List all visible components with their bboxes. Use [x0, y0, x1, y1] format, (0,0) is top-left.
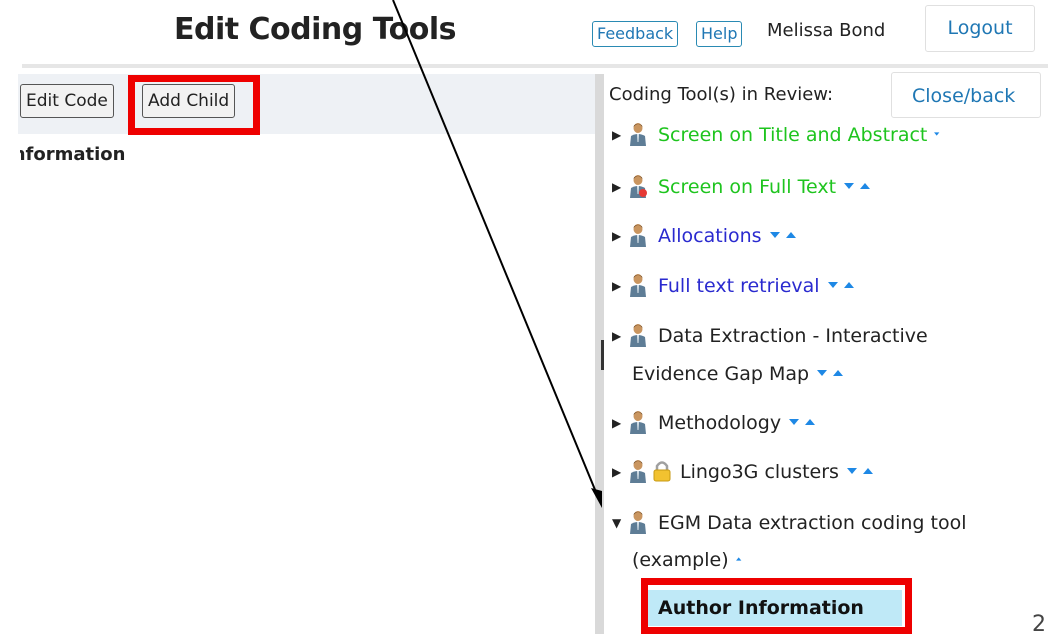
- person-icon: [628, 223, 648, 247]
- expand-triangle-icon[interactable]: ▶: [612, 117, 628, 153]
- person-icon: [628, 323, 648, 347]
- code-toolbar: Edit Code Add Child: [18, 74, 596, 134]
- expand-triangle-icon[interactable]: ▶: [612, 318, 628, 354]
- move-down-up-icon[interactable]: [842, 180, 876, 192]
- expand-triangle-icon[interactable]: ▶: [612, 405, 628, 441]
- logout-button[interactable]: Logout: [925, 5, 1035, 52]
- page-title: Edit Coding Tools: [174, 12, 457, 47]
- tree-item-egm-data-extraction[interactable]: ▼ EGM Data extraction coding tool: [612, 505, 966, 541]
- tree-item-egm-data-extraction-line2[interactable]: (example): [632, 542, 753, 578]
- splitter-handle[interactable]: [601, 340, 604, 370]
- tree-item-methodology[interactable]: ▶ Methodology: [612, 405, 821, 441]
- move-down-up-icon[interactable]: [815, 367, 849, 379]
- tree-item-label[interactable]: Lingo3G clusters: [680, 461, 839, 483]
- tree-item-label-line2[interactable]: (example): [632, 549, 729, 571]
- person-icon: [628, 459, 648, 483]
- review-label: Coding Tool(s) in Review:: [609, 84, 834, 105]
- tree-item-label[interactable]: EGM Data extraction coding tool: [658, 512, 966, 534]
- move-down-icon[interactable]: [933, 128, 951, 140]
- move-down-up-icon[interactable]: [826, 279, 860, 291]
- tree-item-label[interactable]: Screen on Full Text: [658, 176, 836, 198]
- tree-item-screen-title-abstract[interactable]: ▶ Screen on Title and Abstract: [612, 117, 951, 153]
- highlight-box-author-information: [641, 578, 912, 634]
- tree-item-allocations[interactable]: ▶ Allocations: [612, 218, 802, 254]
- tree-item-screen-full-text[interactable]: ▶ Screen on Full Text: [612, 169, 876, 205]
- expand-triangle-icon[interactable]: ▶: [612, 218, 628, 254]
- close-back-button[interactable]: Close/back: [891, 72, 1041, 118]
- edit-code-button[interactable]: Edit Code: [20, 84, 114, 118]
- tree-item-label-line2[interactable]: Evidence Gap Map: [632, 363, 809, 385]
- tree-item-label[interactable]: Data Extraction - Interactive: [658, 325, 928, 347]
- person-icon: [628, 410, 648, 434]
- collapse-triangle-icon[interactable]: ▼: [612, 505, 628, 541]
- person-icon: [628, 510, 648, 534]
- move-down-up-icon[interactable]: [768, 229, 802, 241]
- tree-item-data-extraction-egm-line2[interactable]: Evidence Gap Map: [632, 356, 849, 392]
- expand-triangle-icon[interactable]: ▶: [612, 454, 628, 490]
- move-up-icon[interactable]: [735, 553, 753, 565]
- page-number-fragment: 2: [1032, 612, 1046, 637]
- tree-item-data-extraction-egm[interactable]: ▶ Data Extraction - Interactive: [612, 318, 928, 354]
- tree-item-label[interactable]: Allocations: [658, 225, 762, 247]
- user-name: Melissa Bond: [767, 20, 886, 41]
- help-button[interactable]: Help: [696, 21, 743, 47]
- expand-triangle-icon[interactable]: ▶: [612, 169, 628, 205]
- person-red-icon: [628, 174, 647, 198]
- move-down-up-icon[interactable]: [787, 416, 821, 428]
- feedback-button[interactable]: Feedback: [592, 21, 679, 47]
- expand-triangle-icon[interactable]: ▶: [612, 268, 628, 304]
- tree-item-lingo3g-clusters[interactable]: ▶ Lingo3G clusters: [612, 454, 879, 490]
- highlight-box-add-child: [128, 75, 260, 135]
- tree-item-full-text-retrieval[interactable]: ▶ Full text retrieval: [612, 268, 860, 304]
- tree-item-label[interactable]: Full text retrieval: [658, 275, 820, 297]
- person-icon: [628, 273, 648, 297]
- person-icon: [628, 122, 648, 146]
- lock-icon: [653, 461, 671, 482]
- panel-heading: Information: [20, 144, 126, 165]
- tree-item-label[interactable]: Screen on Title and Abstract: [658, 124, 927, 146]
- header-divider: [22, 64, 1048, 68]
- tree-item-label[interactable]: Methodology: [658, 412, 781, 434]
- move-down-up-icon[interactable]: [845, 465, 879, 477]
